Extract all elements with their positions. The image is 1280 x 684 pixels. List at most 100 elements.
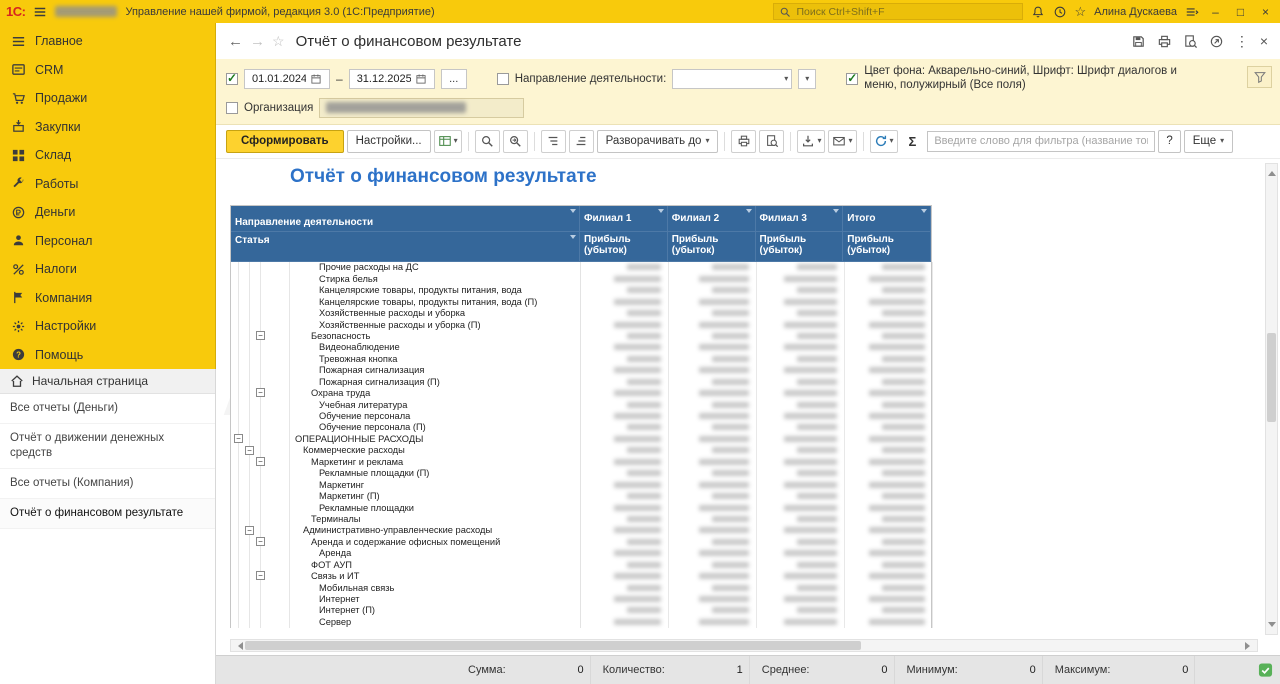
calendar-icon[interactable] (310, 73, 322, 85)
report-row[interactable]: Хозяйственные расходы и уборка (231, 307, 933, 319)
report-row[interactable]: Видеонаблюдение (231, 341, 933, 354)
data-cell[interactable] (669, 273, 757, 285)
data-cell[interactable] (581, 501, 669, 514)
data-cell[interactable] (669, 353, 757, 365)
data-cell[interactable] (669, 570, 757, 582)
report-row[interactable]: − Административно-управленческие расходы (231, 524, 933, 537)
more-button[interactable]: Еще ▾ (1183, 129, 1234, 153)
data-cell[interactable] (757, 318, 845, 331)
data-cell[interactable] (581, 593, 669, 605)
print-preview-button[interactable] (759, 129, 785, 153)
refresh-button[interactable]: ▾ (869, 129, 898, 153)
report-row[interactable]: − Маркетинг и реклама (231, 456, 933, 468)
collapse-toggle[interactable]: − (256, 457, 265, 467)
data-cell[interactable] (581, 330, 669, 342)
data-cell[interactable] (669, 341, 757, 354)
data-cell[interactable] (581, 616, 669, 628)
data-cell[interactable] (845, 581, 933, 594)
collapse-toggle[interactable]: − (245, 525, 254, 535)
report-row[interactable]: Маркетинг (231, 478, 933, 491)
more-menu-icon[interactable]: ⋮ (1235, 34, 1249, 48)
measure-header[interactable]: Прибыль (убыток) (755, 231, 844, 262)
organization-checkbox[interactable] (226, 101, 238, 114)
data-cell[interactable] (757, 330, 845, 342)
report-row[interactable]: Интернет (231, 593, 933, 605)
quick-filter-input[interactable] (927, 130, 1156, 152)
user-name[interactable]: Алина Дускаева (1094, 6, 1177, 18)
report-row[interactable]: Прочие расходы на ДС (231, 261, 933, 274)
column-header[interactable]: Итого (843, 205, 932, 232)
sidebar-item-staff[interactable]: Персонал (0, 227, 216, 256)
scroll-up-arrow[interactable] (1267, 167, 1276, 176)
data-cell[interactable] (669, 364, 757, 376)
collapse-toggle[interactable]: − (256, 571, 265, 581)
sum-selected-button[interactable]: Σ (900, 129, 925, 153)
data-cell[interactable] (581, 341, 669, 354)
data-cell[interactable] (845, 456, 933, 468)
report-row[interactable]: Мобильная связь (231, 581, 933, 594)
data-cell[interactable] (581, 261, 669, 274)
global-search[interactable] (772, 3, 1023, 20)
send-email-button[interactable]: ▾ (828, 129, 857, 153)
sidebar-item-taxes[interactable]: Налоги (0, 255, 216, 284)
search-input[interactable] (794, 4, 1017, 19)
sidebar-item-warehouse[interactable]: Склад (0, 141, 216, 170)
data-cell[interactable] (581, 307, 669, 319)
data-cell[interactable] (669, 433, 757, 445)
date-from-field[interactable] (244, 68, 330, 89)
period-checkbox[interactable] (226, 71, 238, 85)
data-cell[interactable] (669, 284, 757, 296)
data-cell[interactable] (669, 536, 757, 548)
preview-icon[interactable] (1183, 34, 1198, 49)
report-row[interactable]: Пожарная сигнализация (П) (231, 375, 933, 388)
calendar-icon[interactable] (415, 73, 427, 85)
data-cell[interactable] (757, 364, 845, 376)
data-cell[interactable] (581, 570, 669, 582)
article-header[interactable]: Статья (231, 231, 580, 262)
data-cell[interactable] (669, 398, 757, 411)
sidebar-item-settings[interactable]: Настройки (0, 312, 216, 341)
data-cell[interactable] (757, 284, 845, 296)
data-cell[interactable] (669, 444, 757, 457)
data-cell[interactable] (581, 524, 669, 537)
style-checkbox[interactable] (846, 71, 859, 85)
data-cell[interactable] (669, 501, 757, 514)
data-cell[interactable] (757, 536, 845, 548)
data-cell[interactable] (669, 558, 757, 571)
data-cell[interactable] (581, 478, 669, 491)
report-row[interactable]: − Связь и ИТ (231, 570, 933, 582)
direction-combo[interactable]: ▾ (672, 68, 793, 89)
data-cell[interactable] (757, 524, 845, 537)
report-row[interactable]: − Охрана труда (231, 387, 933, 399)
dimension-header[interactable]: Направление деятельности (231, 205, 580, 232)
measure-header[interactable]: Прибыль (убыток) (579, 231, 668, 262)
sidebar-item-cash-flow-report[interactable]: Отчёт о движении денежных средств (0, 424, 215, 469)
data-cell[interactable] (669, 387, 757, 399)
data-cell[interactable] (845, 604, 933, 617)
data-cell[interactable] (581, 364, 669, 376)
data-cell[interactable] (581, 398, 669, 411)
data-cell[interactable] (845, 558, 933, 571)
scroll-left-arrow[interactable] (234, 642, 243, 650)
data-cell[interactable] (845, 353, 933, 365)
data-cell[interactable] (581, 604, 669, 617)
data-cell[interactable] (845, 513, 933, 525)
data-cell[interactable] (581, 456, 669, 468)
collapse-toggle[interactable]: − (256, 537, 265, 547)
data-cell[interactable] (757, 261, 845, 274)
close-window-button[interactable]: × (1257, 6, 1274, 18)
data-cell[interactable] (669, 318, 757, 331)
data-cell[interactable] (757, 387, 845, 399)
data-cell[interactable] (581, 295, 669, 308)
data-cell[interactable] (581, 318, 669, 331)
data-cell[interactable] (845, 570, 933, 582)
data-cell[interactable] (757, 570, 845, 582)
data-cell[interactable] (581, 513, 669, 525)
data-cell[interactable] (845, 616, 933, 628)
data-cell[interactable] (669, 330, 757, 342)
settings-button[interactable]: Настройки... (346, 129, 431, 153)
sidebar-item-all-reports-money[interactable]: Все отчеты (Деньги) (0, 394, 215, 424)
report-row[interactable]: Учебная литература (231, 398, 933, 411)
data-cell[interactable] (845, 444, 933, 457)
report-row[interactable]: Тревожная кнопка (231, 353, 933, 365)
